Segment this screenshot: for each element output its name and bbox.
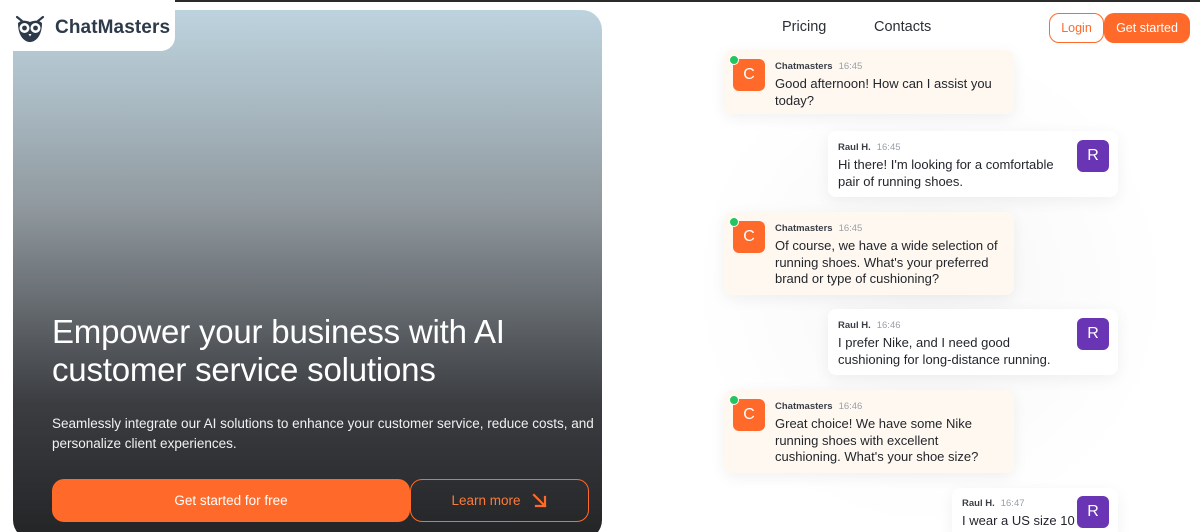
message-text: Hi there! I'm looking for a comfortable … [838, 157, 1054, 189]
user-avatar: R [1077, 140, 1109, 172]
message-meta: Raul H. 16:45 [838, 142, 901, 153]
owl-logo-icon [15, 15, 45, 42]
brand-name: ChatMasters [55, 17, 171, 38]
message-meta: Raul H. 16:46 [838, 320, 901, 331]
online-status-icon [729, 217, 739, 227]
learn-more-button[interactable]: Learn more [410, 479, 589, 522]
sender-name: Raul H. [962, 498, 995, 509]
message-meta: Chatmasters 16:45 [775, 61, 862, 72]
sender-name: Raul H. [838, 142, 871, 153]
sender-name: Chatmasters [775, 401, 833, 412]
learn-more-label: Learn more [451, 493, 521, 508]
sender-name: Chatmasters [775, 61, 833, 72]
get-started-free-button[interactable]: Get started for free [52, 479, 410, 522]
message-meta: Raul H. 16:47 [962, 498, 1025, 509]
message-time: 16:47 [1000, 498, 1025, 509]
bot-avatar: C [733, 221, 765, 253]
user-avatar: R [1077, 318, 1109, 350]
hero-title: Empower your business with AI customer s… [52, 313, 505, 388]
message-time: 16:46 [838, 401, 863, 412]
login-button[interactable]: Login [1049, 13, 1104, 43]
bot-avatar: C [733, 59, 765, 91]
arrow-down-right-icon [531, 493, 547, 508]
online-status-icon [729, 55, 739, 65]
message-time: 16:45 [876, 142, 901, 153]
message-text: I wear a US size 10 [962, 513, 1075, 528]
message-text: I prefer Nike, and I need good cushionin… [838, 335, 1051, 367]
message-meta: Chatmasters 16:45 [775, 223, 862, 234]
online-status-icon [729, 395, 739, 405]
message-time: 16:45 [838, 61, 863, 72]
nav-pricing-link[interactable]: Pricing [782, 19, 826, 35]
user-avatar: R [1077, 496, 1109, 528]
bot-avatar: C [733, 399, 765, 431]
message-time: 16:46 [876, 320, 901, 331]
nav-contacts-link[interactable]: Contacts [874, 19, 931, 35]
message-time: 16:45 [838, 223, 863, 234]
top-border [0, 0, 1200, 2]
message-meta: Chatmasters 16:46 [775, 401, 862, 412]
message-text: Great choice! We have some Nike running … [775, 416, 979, 464]
sender-name: Chatmasters [775, 223, 833, 234]
logo-tab: ChatMasters [0, 0, 175, 51]
message-text: Of course, we have a wide selection of r… [775, 238, 998, 286]
hero-subtitle: Seamlessly integrate our AI solutions to… [52, 416, 594, 451]
logo[interactable]: ChatMasters [13, 11, 170, 45]
get-started-button[interactable]: Get started [1104, 13, 1190, 43]
hero-card: Empower your business with AI customer s… [13, 10, 602, 532]
sender-name: Raul H. [838, 320, 871, 331]
message-text: Good afternoon! How can I assist you tod… [775, 76, 992, 108]
